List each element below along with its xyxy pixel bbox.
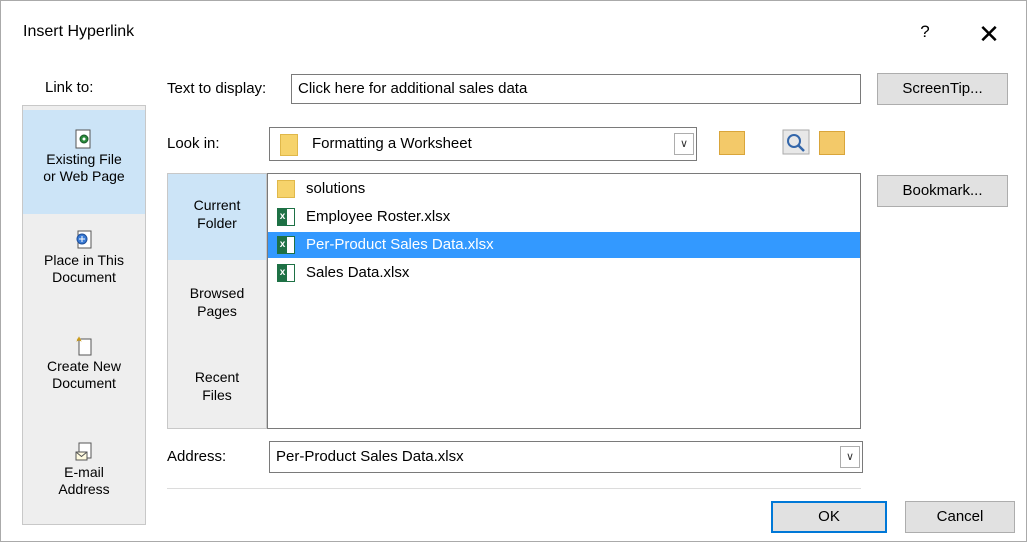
ok-button[interactable]: OK	[771, 501, 887, 533]
recent-files-label-2: Files	[202, 387, 232, 403]
current-folder-label-2: Folder	[197, 215, 237, 231]
file-name: Employee Roster.xlsx	[306, 208, 451, 225]
place-in-document-icon	[75, 230, 93, 250]
insert-hyperlink-dialog: Insert Hyperlink ? ✕ Link to: Existing F…	[0, 0, 1027, 542]
close-button[interactable]: ✕	[967, 17, 1011, 51]
nav-browsed-pages[interactable]: Browsed Pages	[168, 260, 266, 346]
list-item[interactable]: solutions	[268, 176, 860, 202]
recent-files-label-1: Recent	[194, 369, 240, 385]
current-folder-label-1: Current	[193, 197, 241, 213]
excel-file-icon	[277, 264, 295, 282]
look-in-value: Formatting a Worksheet	[312, 135, 472, 152]
browsed-pages-label-2: Pages	[197, 303, 237, 319]
list-item[interactable]: Per-Product Sales Data.xlsx	[268, 232, 860, 258]
existing-file-label-1: Existing File	[46, 151, 122, 167]
link-to-place-in-document[interactable]: Place in This Document	[23, 230, 145, 310]
create-new-document-icon	[75, 336, 93, 356]
folder-icon	[280, 134, 298, 156]
title-bar: Insert Hyperlink ? ✕	[1, 1, 1026, 65]
look-in-label: Look in:	[167, 135, 220, 152]
address-label: Address:	[167, 448, 227, 465]
cancel-button[interactable]: Cancel	[905, 501, 1015, 533]
existing-file-label-2: or Web Page	[43, 168, 125, 184]
nav-recent-files[interactable]: Recent Files	[168, 346, 266, 428]
link-to-panel: Existing File or Web Page Place in This …	[22, 105, 146, 525]
look-in-combo[interactable]: Formatting a Worksheet ∨	[269, 127, 697, 161]
file-name: Sales Data.xlsx	[306, 264, 410, 281]
link-to-label: Link to:	[45, 79, 94, 96]
address-value: Per-Product Sales Data.xlsx	[276, 448, 464, 465]
navigation-panel: Current Folder Browsed Pages Recent File…	[167, 173, 267, 429]
link-to-create-new-document[interactable]: Create New Document	[23, 336, 145, 416]
email-address-label-2: Address	[58, 481, 110, 497]
up-one-folder-button[interactable]	[715, 127, 751, 159]
open-folder-icon	[819, 131, 845, 155]
email-address-label-1: E-mail	[64, 464, 104, 480]
file-name: solutions	[306, 180, 366, 197]
link-to-existing-file[interactable]: Existing File or Web Page	[23, 110, 145, 214]
nav-current-folder[interactable]: Current Folder	[168, 174, 266, 260]
browse-file-button[interactable]	[815, 127, 851, 159]
create-new-document-label-1: Create New	[47, 358, 121, 374]
existing-file-icon	[75, 129, 93, 149]
file-name: Per-Product Sales Data.xlsx	[306, 236, 494, 253]
place-in-document-label-2: Document	[52, 269, 116, 285]
list-item[interactable]: Employee Roster.xlsx	[268, 204, 860, 230]
email-address-icon	[75, 442, 93, 462]
link-to-email-address[interactable]: E-mail Address	[23, 442, 145, 522]
browse-web-icon	[782, 129, 810, 155]
browsed-pages-label-1: Browsed	[189, 285, 245, 301]
chevron-down-icon[interactable]: ∨	[840, 446, 860, 468]
bookmark-button[interactable]: Bookmark...	[877, 175, 1008, 207]
chevron-down-icon[interactable]: ∨	[674, 133, 694, 155]
text-to-display-label: Text to display:	[167, 80, 267, 97]
screentip-button[interactable]: ScreenTip...	[877, 73, 1008, 105]
excel-file-icon	[277, 236, 295, 254]
create-new-document-label-2: Document	[52, 375, 116, 391]
file-list[interactable]: solutions Employee Roster.xlsx Per-Produ…	[267, 173, 861, 429]
folder-icon	[277, 180, 295, 198]
dialog-title: Insert Hyperlink	[23, 23, 135, 40]
place-in-document-label-1: Place in This	[44, 252, 124, 268]
up-folder-icon	[719, 131, 745, 155]
help-button[interactable]: ?	[910, 17, 940, 47]
address-combo[interactable]: Per-Product Sales Data.xlsx ∨	[269, 441, 863, 473]
browse-web-button[interactable]	[779, 127, 815, 159]
list-item[interactable]: Sales Data.xlsx	[268, 260, 860, 286]
excel-file-icon	[277, 208, 295, 226]
divider	[167, 488, 861, 489]
text-to-display-input[interactable]: Click here for additional sales data	[291, 74, 861, 104]
